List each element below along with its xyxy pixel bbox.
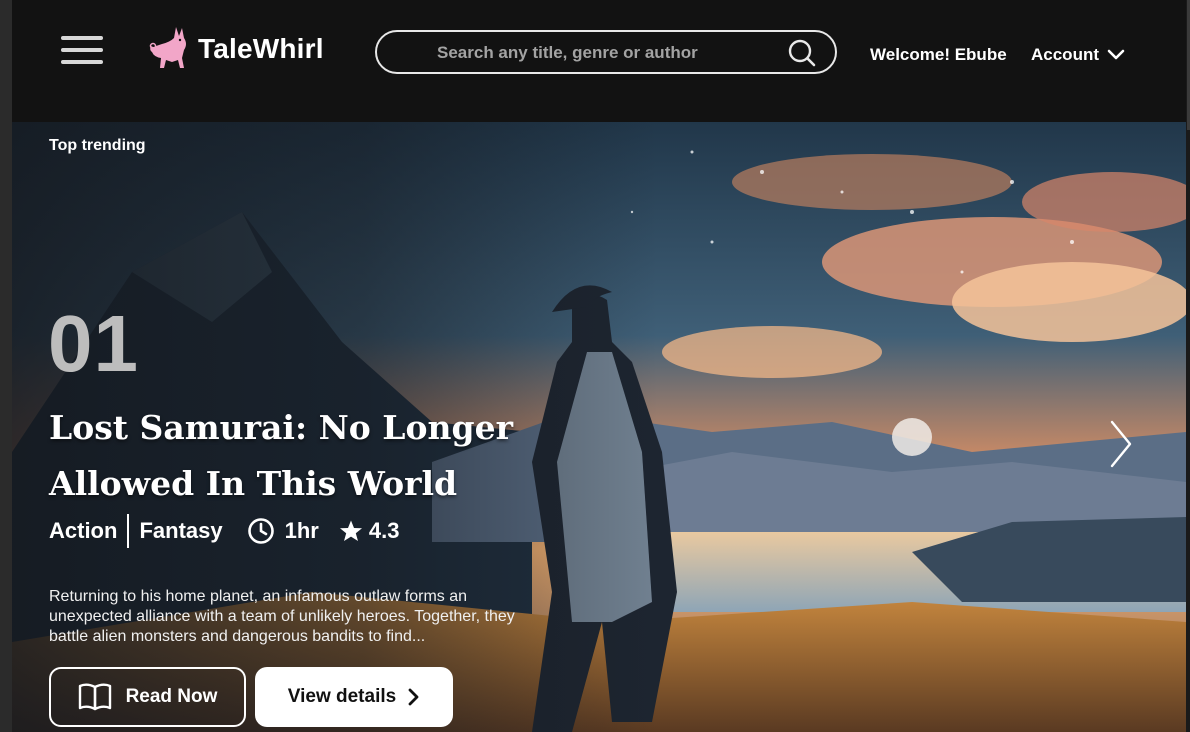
genre-tag[interactable]: Fantasy	[139, 518, 222, 544]
left-edge	[0, 0, 12, 732]
clock-icon	[247, 518, 274, 544]
chevron-right-icon	[408, 688, 419, 706]
account-label: Account	[1031, 45, 1099, 64]
chevron-down-icon	[1107, 49, 1125, 60]
hero-title-line-1: Lost Samurai: No Longer	[49, 408, 513, 447]
book-open-icon	[78, 683, 111, 711]
search-icon[interactable]	[787, 38, 817, 68]
view-details-label: View details	[287, 686, 397, 707]
genre-tag[interactable]: Action	[49, 518, 117, 544]
search-bar[interactable]	[375, 30, 837, 74]
carousel-next-icon[interactable]	[1108, 420, 1134, 468]
section-label: Top trending	[49, 137, 146, 154]
duration: 1hr	[284, 518, 319, 543]
rating: 4.3	[368, 518, 400, 543]
genre-divider	[127, 514, 130, 548]
cat-logo-icon	[149, 27, 186, 68]
brand-name: TaleWhirl	[198, 33, 324, 64]
hero-title-line-2: Allowed In This World	[49, 464, 458, 503]
read-now-label: Read Now	[125, 686, 218, 707]
top-nav: TaleWhirl Welcome! Ebube Account	[12, 0, 1186, 122]
hero-carousel: Top trending 01 Lost Samurai: No Longer …	[12, 122, 1186, 732]
view-details-button[interactable]: View details	[255, 667, 453, 727]
read-now-button[interactable]: Read Now	[49, 667, 246, 727]
search-input[interactable]	[435, 41, 779, 65]
welcome-text: Welcome! Ebube	[870, 45, 1007, 64]
trending-rank: 01	[48, 299, 139, 388]
hero-title: Lost Samurai: No Longer Allowed In This …	[49, 400, 519, 512]
hamburger-menu-icon[interactable]	[61, 36, 105, 70]
star-icon	[339, 520, 362, 541]
account-menu[interactable]: Account	[1031, 45, 1125, 65]
hero-meta: Action Fantasy 1hr 4.3	[49, 514, 399, 548]
hero-description: Returning to his home planet, an infamou…	[49, 588, 515, 645]
scrollbar-track[interactable]	[1186, 0, 1190, 732]
brand-logo[interactable]: TaleWhirl	[146, 24, 324, 74]
